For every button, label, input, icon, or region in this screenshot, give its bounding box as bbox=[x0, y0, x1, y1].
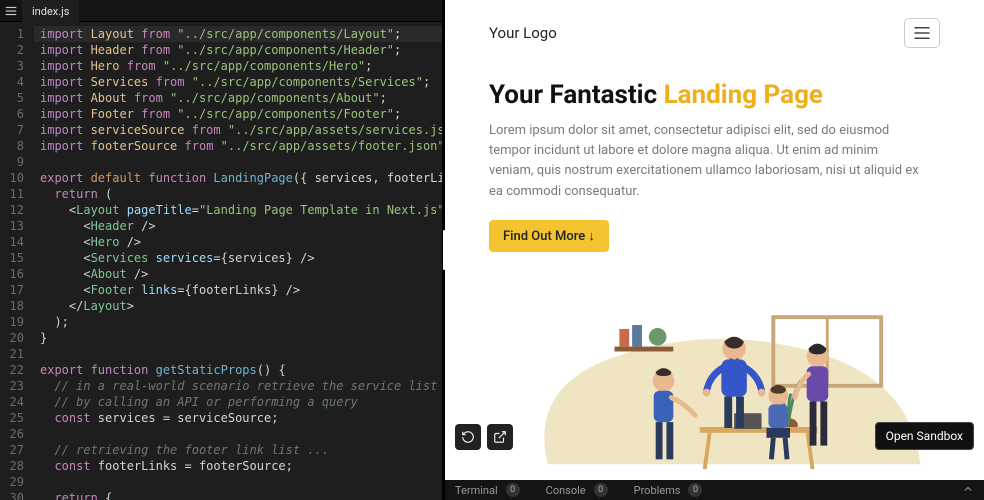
open-sandbox-button[interactable]: Open Sandbox bbox=[875, 422, 974, 450]
hero-illustration bbox=[489, 276, 940, 476]
hero-heading-main: Your Fantastic bbox=[489, 80, 664, 110]
chevron-up-icon[interactable] bbox=[962, 483, 974, 498]
nav-toggle-button[interactable] bbox=[904, 18, 940, 48]
bottom-tab-label: Terminal bbox=[455, 484, 498, 497]
tab-bar: index.js bbox=[0, 0, 442, 22]
editor-panel: index.js 1234567891011121314151617181920… bbox=[0, 0, 442, 500]
hero-body: Lorem ipsum dolor sit amet, consectetur … bbox=[489, 121, 919, 202]
line-gutter: 1234567891011121314151617181920212223242… bbox=[0, 22, 34, 500]
bottom-tab-console[interactable]: Console 0 bbox=[546, 483, 608, 497]
preview-nav: Your Logo bbox=[489, 12, 940, 64]
preview-panel: Your Logo Your Fantastic Landing Page Lo… bbox=[445, 0, 984, 500]
open-external-button[interactable] bbox=[487, 424, 513, 450]
code-lines[interactable]: import Layout from "../src/app/component… bbox=[34, 22, 442, 500]
hero-section: Your Fantastic Landing Page Lorem ipsum … bbox=[489, 80, 940, 252]
preview-actions bbox=[455, 424, 513, 450]
preview-content: Your Logo Your Fantastic Landing Page Lo… bbox=[445, 0, 984, 480]
badge: 0 bbox=[594, 483, 608, 497]
hero-heading: Your Fantastic Landing Page bbox=[489, 80, 940, 111]
bottom-tab-problems[interactable]: Problems 0 bbox=[634, 483, 703, 497]
badge: 0 bbox=[506, 483, 520, 497]
bottom-tab-terminal[interactable]: Terminal 0 bbox=[455, 483, 520, 497]
file-tab[interactable]: index.js bbox=[22, 0, 79, 22]
bottom-tab-label: Problems bbox=[634, 484, 681, 497]
cta-button[interactable]: Find Out More ↓ bbox=[489, 220, 609, 252]
bottom-tab-label: Console bbox=[546, 484, 586, 497]
code-area[interactable]: 1234567891011121314151617181920212223242… bbox=[0, 22, 442, 500]
badge: 0 bbox=[688, 483, 702, 497]
brand-text: Your Logo bbox=[489, 24, 557, 42]
hero-heading-accent: Landing Page bbox=[664, 80, 823, 110]
refresh-button[interactable] bbox=[455, 424, 481, 450]
bottom-panel: Terminal 0 Console 0 Problems 0 bbox=[445, 480, 984, 500]
hamburger-icon[interactable] bbox=[0, 0, 22, 22]
